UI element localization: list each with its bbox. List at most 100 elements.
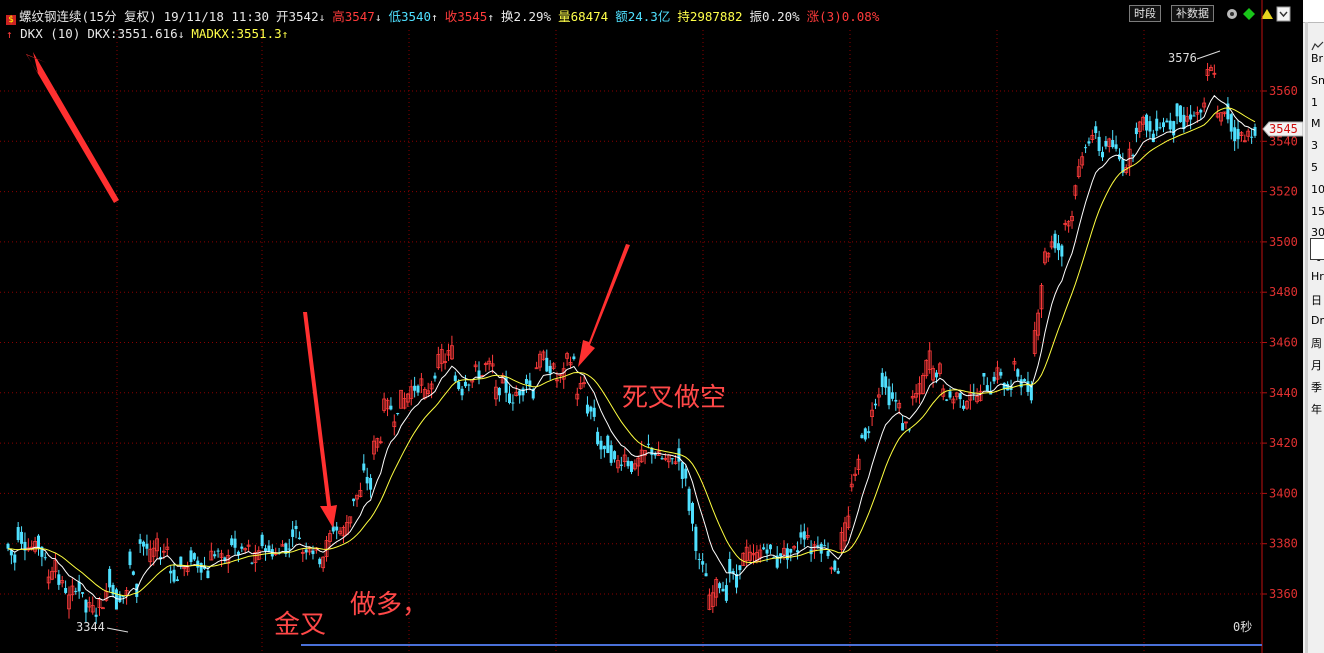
candle-body	[240, 546, 244, 549]
sidebar-period-item[interactable]: M	[1311, 117, 1321, 130]
candle-body	[196, 560, 200, 568]
candle-body	[1189, 114, 1193, 120]
candle-body	[1145, 114, 1149, 131]
candle-body	[887, 386, 891, 406]
candle-body	[863, 428, 867, 440]
candle-body	[894, 399, 898, 402]
candle-body	[128, 551, 132, 566]
sidebar-period-item[interactable]: 5	[1311, 161, 1318, 174]
candle-body	[1016, 369, 1020, 377]
sidebar-period-item[interactable]: 月	[1311, 357, 1322, 373]
candle-body	[1158, 127, 1162, 129]
candle-body	[1236, 128, 1240, 140]
candle-body	[721, 588, 725, 592]
candle-body	[13, 554, 17, 563]
candle-body	[779, 553, 783, 557]
candle-body	[230, 538, 234, 546]
chart-type-icon[interactable]	[1311, 40, 1324, 52]
candle-body	[1134, 127, 1138, 135]
candle-body	[463, 381, 467, 387]
candle-body	[613, 451, 617, 460]
candle-body	[833, 560, 837, 571]
low-marker-leader	[106, 627, 129, 633]
candle-body	[768, 544, 772, 550]
candle-body	[20, 531, 24, 544]
candle-body	[297, 537, 301, 540]
candle-body	[762, 547, 766, 550]
candle-body	[457, 381, 461, 390]
candle-body	[16, 527, 20, 541]
annotation-go-long: 做多，	[350, 590, 429, 620]
sidebar-period-item[interactable]: 周	[1311, 335, 1322, 351]
candle-body	[602, 445, 606, 450]
candle-body	[1250, 136, 1254, 138]
sidebar-period-item[interactable]: 10	[1311, 183, 1324, 196]
candle-body	[267, 545, 271, 553]
sidebar-period-item[interactable]: 3	[1311, 139, 1318, 152]
candle-body	[596, 431, 600, 445]
candle-body	[1233, 127, 1237, 142]
candle-body	[1229, 114, 1233, 132]
candle-body	[192, 553, 196, 560]
sidebar-period-item[interactable]: 1	[1311, 96, 1318, 109]
axis-tick-label: 3420	[1269, 436, 1298, 450]
candle-body	[169, 570, 173, 574]
axis-tick-label: 3380	[1269, 537, 1298, 551]
candle-body	[1060, 245, 1064, 257]
candle-body	[816, 545, 820, 547]
axis-tick-label: 3560	[1269, 84, 1298, 98]
candle-body	[826, 551, 830, 557]
candle-body	[108, 568, 112, 588]
candle-body	[680, 462, 684, 479]
sidebar-period-item[interactable]: Hr	[1311, 270, 1324, 283]
candle-body	[352, 498, 356, 502]
candle-body	[1162, 122, 1166, 128]
candle-body	[81, 592, 85, 594]
candle-body	[199, 563, 203, 573]
candle-body	[606, 435, 610, 453]
candle-body	[1056, 243, 1060, 251]
sidebar-period-item[interactable]: 日	[1311, 292, 1322, 308]
sidebar-period-item[interactable]: 季	[1311, 379, 1322, 395]
candle-body	[982, 372, 986, 377]
candle-body	[369, 477, 373, 490]
candle-body	[1253, 127, 1257, 136]
sidebar-period-item[interactable]: Dn	[1311, 314, 1324, 327]
axis-tick-label: 3460	[1269, 336, 1298, 350]
high-marker-leader	[1196, 50, 1221, 60]
candle-body	[467, 384, 471, 386]
candle-body	[589, 406, 593, 412]
candle-body	[690, 502, 694, 524]
candle-body	[1101, 151, 1105, 158]
candle-body	[6, 543, 10, 549]
candle-body	[1084, 147, 1088, 149]
sidebar-scrollbar[interactable]	[1305, 22, 1308, 653]
candle-body	[1087, 141, 1091, 144]
arrow-death-cross	[578, 244, 630, 367]
candle-body	[684, 468, 688, 479]
candle-body	[291, 529, 295, 537]
sidebar-period-item[interactable]: 年	[1311, 401, 1322, 417]
candle-body	[630, 461, 633, 472]
sidebar-period-item[interactable]: 15	[1311, 205, 1324, 218]
sidebar-period-item[interactable]: Sn	[1311, 74, 1324, 87]
candle-body	[1168, 120, 1172, 130]
price-chart[interactable]: 3360338034003420344034603480350035203540…	[0, 0, 1303, 653]
axis-tick-label: 3440	[1269, 386, 1298, 400]
candle-body	[884, 376, 888, 388]
candle-body	[1192, 115, 1196, 117]
sidebar-period-item[interactable]: Br	[1311, 52, 1323, 65]
candle-body	[460, 388, 464, 396]
axis-tick-label: 3500	[1269, 235, 1298, 249]
price-axis: 3360338034003420344034603480350035203540…	[1262, 84, 1298, 601]
candle-body	[172, 569, 176, 582]
candle-body	[694, 526, 698, 551]
candle-body	[311, 550, 315, 555]
candle-body	[518, 390, 522, 396]
chart-grid	[0, 30, 1262, 653]
candle-body	[962, 405, 966, 409]
candle-body	[545, 357, 549, 372]
candle-body	[84, 599, 88, 613]
low-marker-label: 3344	[76, 620, 105, 634]
madkx-line	[7, 107, 1256, 597]
